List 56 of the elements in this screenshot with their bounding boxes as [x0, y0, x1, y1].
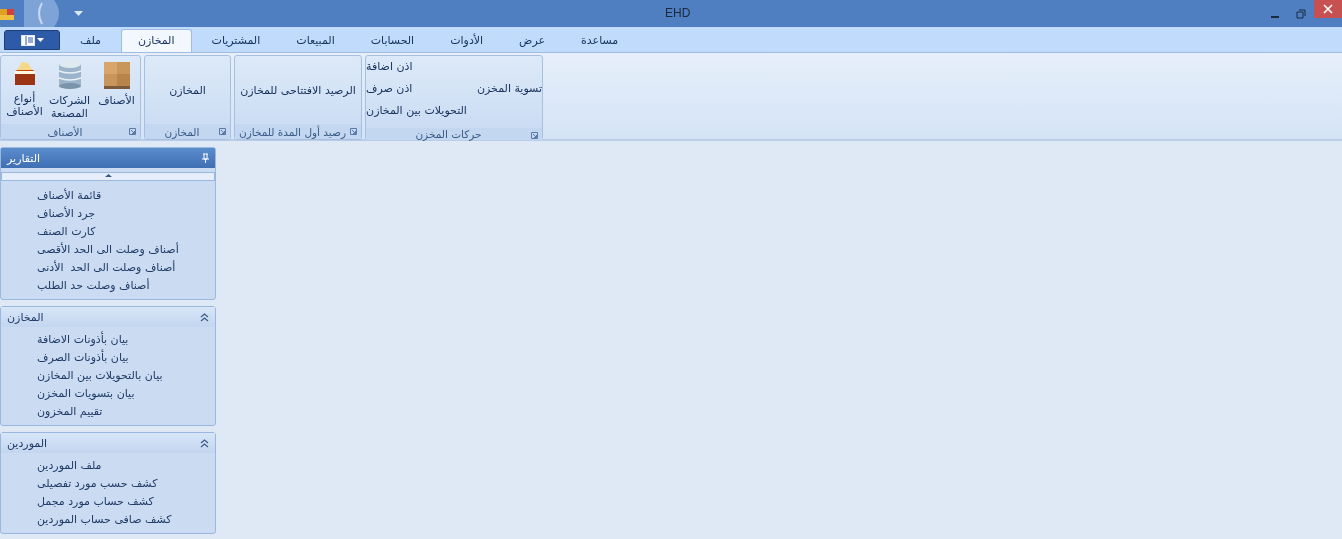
ribbon-button[interactable]: الأصناف: [98, 94, 135, 107]
pin-icon[interactable]: [202, 153, 209, 163]
report-link[interactable]: كشف صافى حساب الموردين: [37, 511, 172, 529]
ribbon-button[interactable]: المخازن: [165, 81, 210, 99]
caret-icon[interactable]: [74, 10, 83, 17]
layout-icon: [20, 34, 35, 46]
double-chevron-icon[interactable]: [200, 312, 209, 322]
report-link[interactable]: بيان بأذونات الصرف: [37, 349, 129, 367]
ribbon-button[interactable]: تسوية المخزن: [472, 80, 546, 100]
report-link[interactable]: تقييم المخزون: [37, 403, 103, 421]
close-button[interactable]: [1314, 0, 1342, 18]
group-label: حركات المخزن: [415, 128, 482, 140]
ribbon-tab[interactable]: الأدوات: [434, 30, 500, 52]
close-icon: [1323, 4, 1333, 14]
ribbon-tab[interactable]: الحسابات: [354, 30, 431, 52]
dialog-launcher-icon[interactable]: [219, 128, 226, 135]
report-link[interactable]: كشف حساب مورد مجمل: [37, 493, 154, 511]
ribbon-button[interactable]: أنواع الأصناف: [6, 92, 43, 118]
caret-icon: [36, 38, 44, 42]
panel-title[interactable]: الموردين: [7, 436, 48, 450]
ribbon-tab[interactable]: مساعدة: [565, 30, 635, 52]
ribbon-button[interactable]: اذن اضافة: [362, 58, 471, 78]
report-link[interactable]: ملف الموردين: [37, 457, 102, 475]
ribbon-button[interactable]: الرصيد الافتتاحى للمخازن: [236, 81, 360, 99]
group-label: الأصناف: [47, 125, 83, 138]
ribbon-tab[interactable]: عرض: [503, 30, 562, 52]
dialog-launcher-icon[interactable]: [531, 132, 538, 139]
double-chevron-icon[interactable]: [200, 438, 209, 448]
panel-title[interactable]: المخازن: [7, 310, 44, 324]
report-link[interactable]: أصناف وصلت حد الطلب: [37, 277, 150, 295]
dialog-launcher-icon[interactable]: [129, 128, 136, 135]
report-link[interactable]: بيان بأذونات الاضافة: [37, 331, 129, 349]
ribbon-button[interactable]: التحويلات بين المخازن: [362, 102, 471, 122]
report-link[interactable]: بيان بتسويات المخزن: [37, 385, 135, 403]
report-link[interactable]: كارت الصنف: [37, 223, 96, 241]
ribbon-button[interactable]: اذن صرف: [362, 80, 471, 100]
restore-icon: [1296, 8, 1306, 19]
report-link[interactable]: أصناف وصلت الى الحد الأدنى: [37, 259, 176, 277]
window-title: EHD: [665, 6, 691, 20]
minimize-icon: [1271, 15, 1279, 18]
ribbon-button[interactable]: الشركات المصنعة: [48, 94, 91, 120]
ribbon-tab[interactable]: المبيعات: [280, 30, 351, 52]
collapse-icon[interactable]: [103, 173, 113, 178]
group-label: رصيد أول المدة للمخازن: [239, 125, 346, 138]
ribbon-tab[interactable]: المخازن: [120, 29, 192, 52]
report-link[interactable]: كشف حسب مورد تفصيلى: [37, 475, 158, 493]
app-menu-button[interactable]: [4, 30, 60, 50]
group-label: المخازن: [164, 125, 200, 138]
ribbon-tab[interactable]: المشتريات: [195, 30, 277, 52]
dialog-launcher-icon[interactable]: [350, 128, 357, 135]
report-link[interactable]: قائمة الأصناف: [37, 187, 102, 205]
report-link[interactable]: جرد الأصناف: [37, 205, 95, 223]
report-link[interactable]: بيان بالتحويلات بين المخازن: [37, 367, 163, 385]
panel-title[interactable]: التقارير: [7, 151, 41, 165]
report-link[interactable]: أصناف وصلت الى الحد الأقصى: [37, 241, 179, 259]
ribbon-tab[interactable]: ملف: [64, 30, 117, 52]
